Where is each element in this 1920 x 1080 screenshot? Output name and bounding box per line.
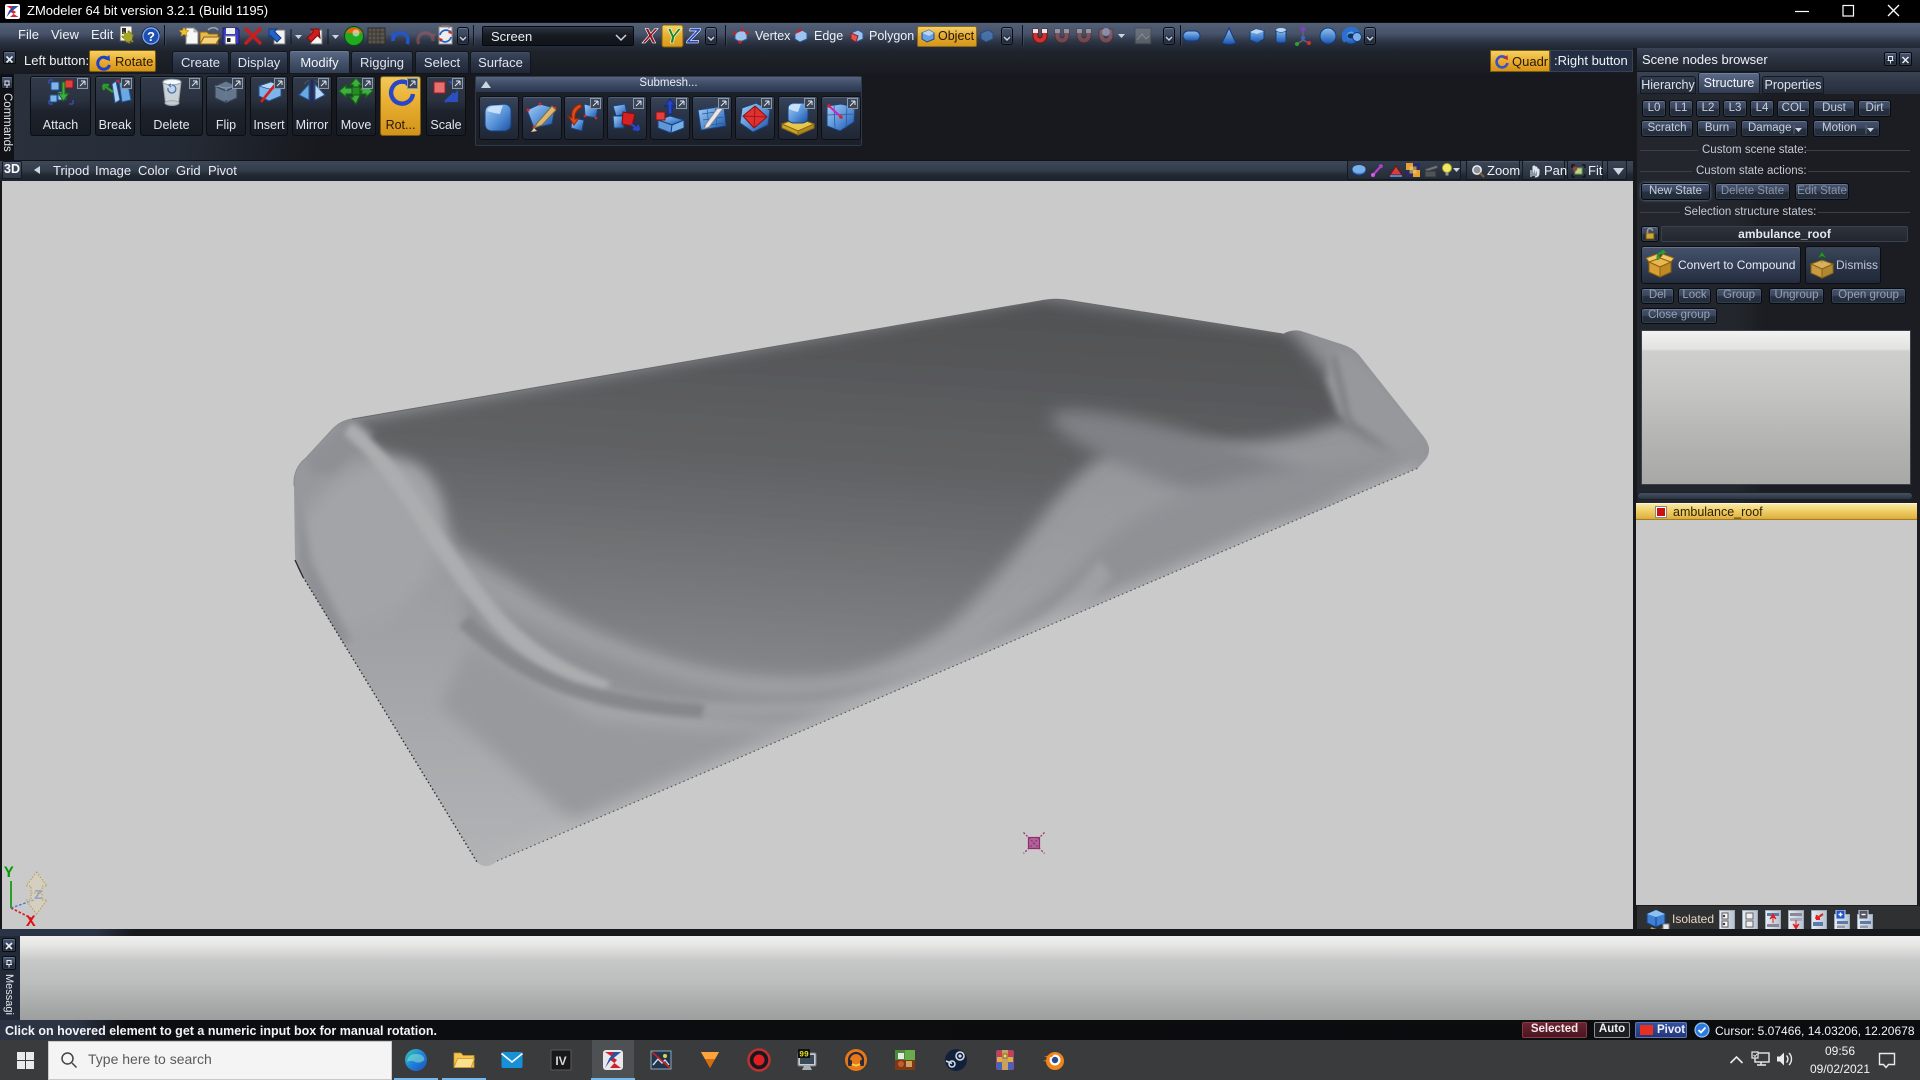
svg-text:99: 99 [799, 1051, 809, 1060]
svg-text:X: X [26, 913, 36, 929]
svg-text:IV: IV [555, 1054, 566, 1068]
svg-text:Y: Y [666, 25, 682, 48]
svg-text:X: X [642, 25, 659, 48]
svg-text:Y: Y [4, 864, 14, 882]
svg-text:Z: Z [686, 25, 701, 48]
svg-text:?: ? [147, 29, 155, 44]
